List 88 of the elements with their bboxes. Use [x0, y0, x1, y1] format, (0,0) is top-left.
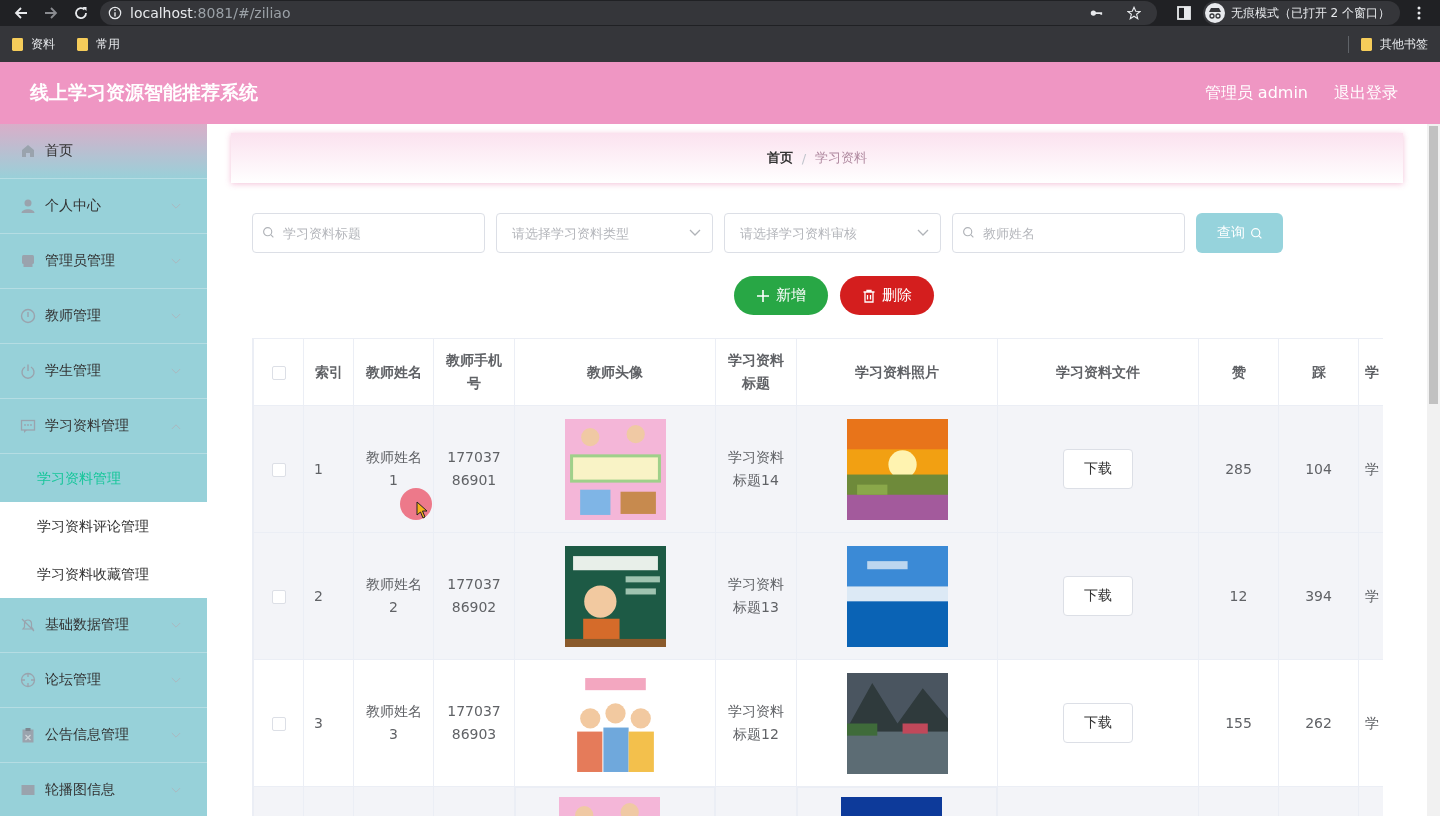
- side-panel-icon[interactable]: [1175, 5, 1192, 21]
- download-button[interactable]: 下载: [1063, 449, 1133, 489]
- select-field[interactable]: 请选择学习资料类型: [496, 213, 713, 253]
- column-header: 学习资料标题: [728, 352, 784, 391]
- table-row[interactable]: 1 教师姓名1 17703786901 学习资料标题14 下载 285 104 学: [253, 405, 1383, 533]
- forward-icon[interactable]: [43, 5, 59, 21]
- search-icon: [1249, 226, 1263, 240]
- table-cell: 17703786903: [447, 703, 501, 742]
- table-cell: 104: [1305, 460, 1332, 477]
- profile-label: 无痕模式（已打开 2 个窗口）: [1230, 4, 1390, 22]
- target-icon: [20, 672, 36, 688]
- plus-icon: [756, 288, 770, 303]
- scrollbar[interactable]: [1427, 124, 1440, 816]
- image-icon: [20, 782, 36, 798]
- table-cell: 教师姓名2: [365, 576, 422, 615]
- table-cell: 教师姓名1: [365, 449, 422, 488]
- table-cell: 2: [314, 587, 323, 604]
- stack-icon: [20, 253, 36, 269]
- submenu-item[interactable]: 学习资料评论管理: [0, 502, 207, 550]
- select-all-checkbox[interactable]: [271, 365, 286, 380]
- cursor-icon: [416, 501, 428, 519]
- table-cell: 17703786901: [447, 449, 501, 488]
- table-cell: 12: [1229, 587, 1248, 604]
- column-header: 教师姓名: [365, 363, 422, 380]
- row-checkbox[interactable]: [271, 589, 286, 604]
- info-icon[interactable]: [108, 6, 122, 20]
- folder-icon: [1361, 37, 1372, 51]
- table-cell: 155: [1225, 714, 1252, 731]
- column-header: 学: [1365, 363, 1379, 380]
- select-field[interactable]: 请选择学习资料审核: [724, 213, 941, 253]
- table-cell: 394: [1305, 587, 1332, 604]
- search-icon: [962, 226, 975, 239]
- breadcrumb-separator: /: [801, 150, 807, 166]
- bell-icon: [20, 617, 36, 633]
- table-cell: 学: [1365, 460, 1379, 477]
- table-cell: 17703786902: [447, 576, 501, 615]
- address-bar[interactable]: localhost:8081/#/ziliao: [100, 1, 1157, 25]
- column-header: 索引: [314, 363, 343, 380]
- admin-user-label: 管理员 admin: [1204, 82, 1308, 104]
- app-title: 线上学习资源智能推荐系统: [30, 80, 258, 105]
- row-checkbox[interactable]: [271, 462, 286, 477]
- table-row[interactable]: 3 教师姓名3 17703786903 学习资料标题12 下载 155 262 学: [253, 659, 1383, 787]
- table-row[interactable]: 2 教师姓名2 17703786902 学习资料标题13 下载 12 394 学: [253, 532, 1383, 660]
- back-icon[interactable]: [13, 5, 29, 21]
- search-field[interactable]: 教师姓名: [952, 213, 1185, 253]
- reload-icon[interactable]: [73, 5, 89, 21]
- table-cell: 学习资料标题14: [728, 449, 784, 488]
- bookmark[interactable]: 资料: [12, 35, 55, 53]
- power-icon: [20, 363, 36, 379]
- column-header: 学习资料照片: [855, 363, 939, 380]
- table-cell: 学: [1365, 587, 1379, 604]
- column-header: 赞: [1231, 363, 1246, 380]
- star-icon[interactable]: [1126, 6, 1141, 20]
- download-button[interactable]: 下载: [1063, 576, 1133, 616]
- column-header: 教师头像: [587, 363, 643, 380]
- chat-icon: [20, 418, 36, 434]
- scrollbar-thumb[interactable]: [1429, 126, 1438, 404]
- table-cell: 1: [314, 460, 323, 477]
- trash-icon: [862, 288, 876, 303]
- user-icon: [20, 198, 36, 214]
- folder-icon: [12, 37, 23, 51]
- gauge-icon: [20, 308, 36, 324]
- home-icon: [20, 143, 36, 159]
- column-header: 教师手机号: [446, 352, 502, 391]
- download-button[interactable]: 下载: [1063, 703, 1133, 743]
- table-cell: 285: [1225, 460, 1252, 477]
- table-cell: 学习资料标题12: [728, 703, 784, 742]
- search-field[interactable]: 学习资料标题: [252, 213, 485, 253]
- table-cell: 教师姓名3: [365, 703, 422, 742]
- table-cell: 学习资料标题13: [728, 576, 784, 615]
- column-header: 学习资料文件: [1056, 363, 1140, 380]
- column-header: 踩: [1311, 363, 1326, 380]
- submenu-item[interactable]: 学习资料收藏管理: [0, 550, 207, 598]
- table-cell: 3: [314, 714, 323, 731]
- clipboard-icon: [20, 727, 36, 743]
- row-checkbox[interactable]: [271, 716, 286, 731]
- search-icon: [262, 226, 275, 239]
- incognito-icon: [1204, 3, 1225, 23]
- delete-button[interactable]: 删除: [840, 276, 934, 315]
- table-cell: 学: [1365, 714, 1379, 731]
- bookmark[interactable]: 常用: [77, 35, 120, 53]
- incognito-chip[interactable]: 无痕模式（已打开 2 个窗口）: [1202, 1, 1400, 25]
- url-text: localhost:8081/#/ziliao: [130, 5, 291, 21]
- table-cell: 262: [1305, 714, 1332, 731]
- folder-icon: [77, 37, 88, 51]
- table-row[interactable]: [253, 786, 1383, 816]
- breadcrumb-link[interactable]: 首页: [766, 149, 793, 167]
- bookmark[interactable]: 其他书签: [1348, 35, 1428, 53]
